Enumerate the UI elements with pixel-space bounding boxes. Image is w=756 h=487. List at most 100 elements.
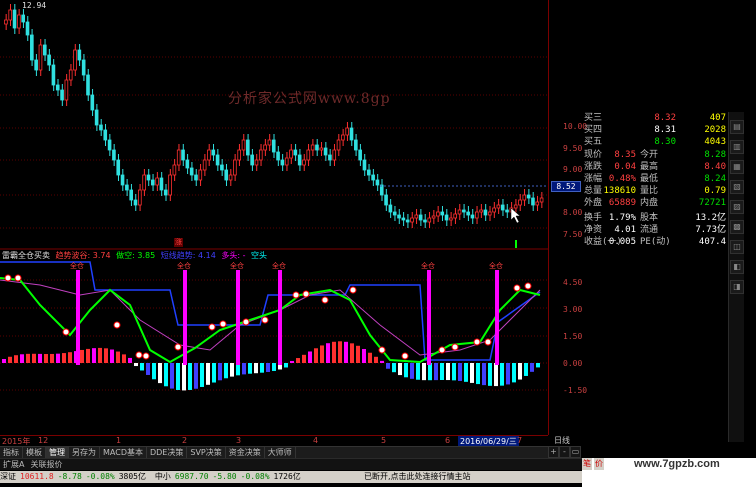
quote-value: 8.30 xyxy=(654,137,676,147)
indicator-toolbar: 指标 模板 管理 另存为 MACD基本 DDE决策 SVP决策 资金决策 大师师 xyxy=(0,446,548,458)
manage-button[interactable]: 管理 xyxy=(46,447,69,458)
side-tab-jia[interactable]: 价 xyxy=(594,458,604,470)
histogram-bar xyxy=(38,353,42,363)
candle xyxy=(77,49,82,61)
tab-extend-a[interactable]: 扩展A xyxy=(0,460,27,469)
candle xyxy=(444,214,449,221)
fund-button[interactable]: 资金决策 xyxy=(226,447,265,458)
candle xyxy=(522,194,527,201)
indicator-axis: 4.50 3.00 1.50 0.00 -1.50 xyxy=(548,250,587,435)
signal-dot xyxy=(219,320,227,328)
candle xyxy=(505,209,509,213)
quote-value: 8.40 xyxy=(704,162,726,172)
signal-label: 全仓 xyxy=(489,261,503,270)
candle xyxy=(315,144,319,151)
status-bar: 深证 10611.8 -8.78 -0.08% 3805亿 中小 6987.70 -5.80… xyxy=(0,471,582,483)
quote-value: 4.01 xyxy=(614,225,636,235)
signal-dot xyxy=(174,343,182,351)
histogram-bar xyxy=(212,363,216,383)
quote-value: 7.73亿 xyxy=(695,225,726,235)
save-as-button[interactable]: 另存为 xyxy=(69,447,100,458)
quote-label: 现价 xyxy=(584,150,603,160)
candle xyxy=(198,169,203,181)
dde-button[interactable]: DDE决策 xyxy=(147,447,188,458)
candle xyxy=(297,154,302,166)
quote-row: 收益(一) 0.005 PE(动) 407.4 xyxy=(582,236,728,248)
index2-name[interactable]: 中小 xyxy=(155,472,171,481)
master-button[interactable]: 大师师 xyxy=(265,447,296,458)
side-button[interactable]: ▦ xyxy=(730,160,744,174)
histogram-bar xyxy=(170,363,174,389)
quote-label: 换手 xyxy=(584,213,603,223)
candle xyxy=(392,211,397,216)
side-tab-bi[interactable]: 笔 xyxy=(582,458,592,470)
candle xyxy=(302,159,306,166)
histogram-bar xyxy=(488,363,492,386)
quote-volume: 2028 xyxy=(704,125,726,135)
buy-signal-bar xyxy=(236,270,240,365)
histogram-bar xyxy=(62,353,66,363)
side-button[interactable]: ◨ xyxy=(730,280,744,294)
histogram-bar xyxy=(164,363,168,387)
candle xyxy=(146,174,151,181)
signal-dot xyxy=(513,284,521,292)
candle xyxy=(276,151,280,161)
quote-row: 涨幅 0.48% 最低 8.24 xyxy=(582,173,728,185)
high-price-label: 12.94 xyxy=(22,1,47,10)
side-button[interactable]: ◫ xyxy=(730,240,744,254)
histogram-bar xyxy=(146,363,150,375)
connection-message[interactable]: 已断开,点击此处连接行情主站 xyxy=(364,471,471,482)
side-button[interactable]: ▧ xyxy=(730,180,744,194)
indicator-chart[interactable]: 全仓 全仓 全仓 全仓 全仓 全仓 xyxy=(0,250,548,435)
zoom-in-button[interactable]: + xyxy=(548,446,559,458)
side-button[interactable]: ◧ xyxy=(730,260,744,274)
signal-label: 全仓 xyxy=(177,261,191,270)
signal-dot xyxy=(135,351,143,359)
side-button[interactable]: ▩ xyxy=(730,220,744,234)
quote-value: 8.35 xyxy=(614,150,636,160)
histogram-bar xyxy=(128,357,132,363)
candle xyxy=(211,149,216,156)
histogram-bar xyxy=(410,363,414,379)
quote-label: 买三 xyxy=(584,113,603,123)
tab-related-quotes[interactable]: 关联报价 xyxy=(27,460,65,469)
candle xyxy=(349,127,354,141)
side-button[interactable]: ▤ xyxy=(730,120,744,134)
macd-button[interactable]: MACD基本 xyxy=(100,447,147,458)
zoom-out-button[interactable]: - xyxy=(559,446,570,458)
candle xyxy=(99,124,103,131)
index1-value: 10611.8 xyxy=(20,472,54,481)
buy-signal-bar xyxy=(278,270,282,365)
histogram-bar xyxy=(494,363,498,387)
side-toolbar: ▤ ▥ ▦ ▧ ▨ ▩ ◫ ◧ ◨ xyxy=(728,112,744,442)
candle xyxy=(168,174,172,196)
template-button[interactable]: 模板 xyxy=(23,447,46,458)
price-tick: 9.00 xyxy=(563,165,583,174)
quote-row: 买五 8.30 4043 xyxy=(582,136,728,148)
indicator-button[interactable]: 指标 xyxy=(0,447,23,458)
period-selector[interactable]: 日线 xyxy=(548,435,588,446)
histogram-bar xyxy=(248,363,252,374)
quote-row: 外盘 65889 内盘 72721 xyxy=(582,197,728,209)
signal-dot xyxy=(142,352,150,360)
quote-label: 内盘 xyxy=(640,198,659,208)
histogram-bar xyxy=(8,356,12,363)
quote-value: 0.005 xyxy=(608,237,636,247)
candle xyxy=(64,79,69,101)
layout-button[interactable]: ▭ xyxy=(570,446,581,458)
quote-value: 407.4 xyxy=(698,237,726,247)
candle xyxy=(427,217,432,223)
svp-button[interactable]: SVP决策 xyxy=(187,447,226,458)
signal-line-green xyxy=(0,277,541,364)
price-chart[interactable] xyxy=(0,0,548,250)
quote-row: 总量 138610 量比 0.79 xyxy=(582,185,728,197)
candle xyxy=(466,211,470,216)
histogram-bar xyxy=(122,354,126,363)
side-button[interactable]: ▨ xyxy=(730,200,744,214)
histogram-bar xyxy=(500,363,504,386)
histogram-bar xyxy=(14,355,18,363)
index1-name[interactable]: 深证 xyxy=(0,472,16,481)
side-button[interactable]: ▥ xyxy=(730,140,744,154)
histogram-bar xyxy=(230,363,234,377)
histogram-bar xyxy=(392,363,396,373)
